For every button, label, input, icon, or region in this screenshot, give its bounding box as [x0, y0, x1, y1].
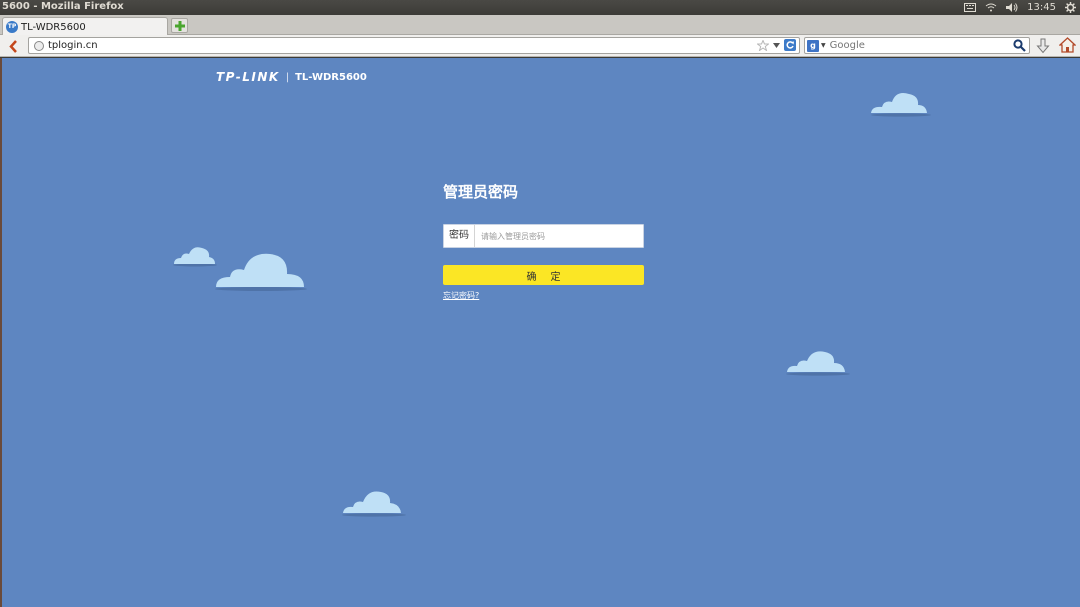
clock[interactable]: 13:45 — [1027, 2, 1056, 13]
cloud-icon — [342, 491, 406, 517]
home-icon — [1058, 37, 1077, 53]
url-text[interactable]: tplogin.cn — [48, 40, 98, 51]
admin-password-title: 管理员密码 — [443, 183, 519, 201]
plus-icon — [174, 20, 185, 31]
keyboard-icon[interactable] — [964, 3, 977, 12]
wifi-icon[interactable] — [985, 3, 997, 12]
brand-header: TP-LINK | TL-WDR5600 — [216, 70, 367, 84]
bookmark-star-icon[interactable] — [757, 39, 769, 51]
brand-separator: | — [285, 71, 290, 83]
cloud-icon — [786, 351, 850, 376]
password-input[interactable] — [475, 225, 643, 247]
forgot-password-link[interactable]: 忘记密码? — [443, 290, 479, 301]
home-button[interactable] — [1058, 37, 1077, 57]
password-field: 密码 — [443, 224, 644, 248]
gear-icon[interactable] — [1065, 2, 1076, 13]
confirm-button[interactable]: 确定 — [443, 265, 644, 285]
cloud-icon — [173, 247, 217, 267]
router-login-page: TP-LINK | TL-WDR5600 管理员密码 密码 确定 忘记密码? — [0, 58, 1080, 607]
back-arrow-icon — [8, 39, 17, 53]
tp-link-favicon-icon: TP — [6, 21, 18, 33]
search-input[interactable] — [829, 40, 1000, 51]
cloud-icon — [871, 93, 931, 117]
search-bar[interactable]: g ▼ — [804, 37, 1030, 54]
search-icon[interactable] — [1013, 39, 1026, 52]
reload-icon[interactable] — [784, 39, 796, 51]
tp-link-logo: TP-LINK — [216, 70, 280, 84]
engine-dropdown-icon[interactable]: ▼ — [821, 42, 826, 49]
password-label: 密码 — [444, 225, 475, 247]
tab-title: TL-WDR5600 — [21, 21, 86, 33]
downloads-button[interactable] — [1036, 38, 1050, 58]
panel-indicators: 13:45 — [964, 0, 1076, 15]
device-model: TL-WDR5600 — [295, 71, 367, 83]
download-arrow-icon — [1036, 38, 1050, 54]
history-dropdown-icon[interactable] — [773, 42, 780, 48]
tab-active[interactable]: TP TL-WDR5600 — [2, 17, 168, 36]
google-engine-icon[interactable]: g — [807, 39, 819, 52]
globe-icon[interactable] — [34, 40, 44, 51]
url-bar[interactable]: tplogin.cn — [28, 37, 800, 54]
navigation-toolbar: tplogin.cn g ▼ — [0, 35, 1080, 57]
system-top-panel: 5600 - Mozilla Firefox 13:45 — [0, 0, 1080, 15]
new-tab-button[interactable] — [171, 18, 188, 33]
cloud-icon — [215, 253, 307, 291]
volume-icon[interactable] — [1006, 3, 1018, 12]
tab-strip: TP TL-WDR5600 — [0, 15, 1080, 36]
back-button[interactable] — [6, 38, 20, 54]
window-title: 5600 - Mozilla Firefox — [2, 1, 124, 12]
